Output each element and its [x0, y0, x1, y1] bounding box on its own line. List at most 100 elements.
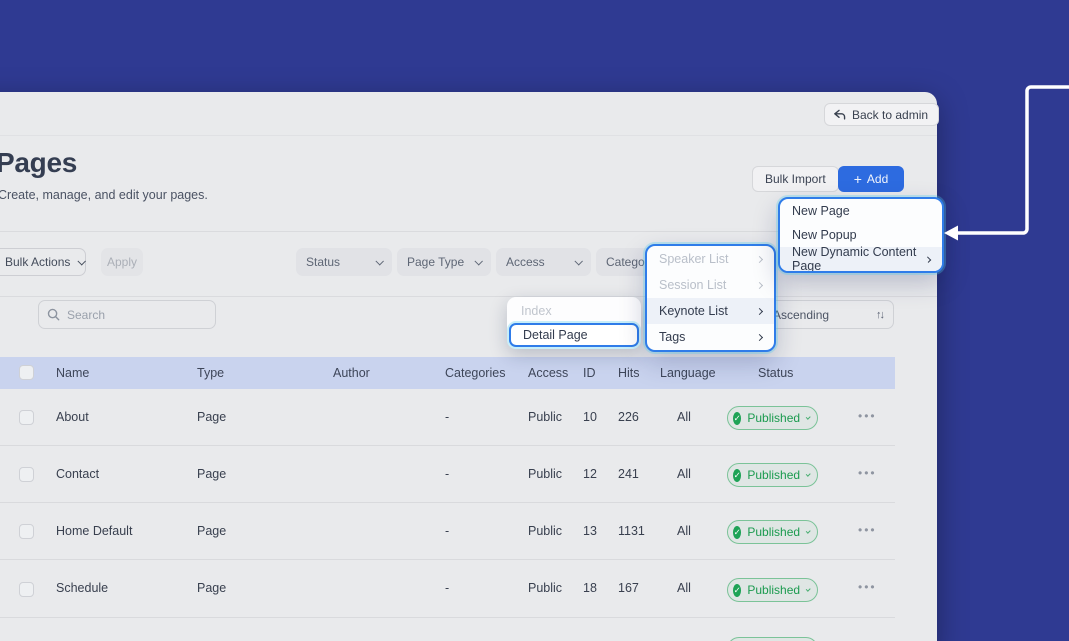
menu-item-label: Index [521, 304, 552, 318]
status-badge[interactable]: ✓ Published [727, 520, 818, 544]
cell-type: Page [197, 524, 227, 538]
cell-id: 10 [583, 410, 597, 424]
menu-item-session-list: Session List [647, 272, 774, 298]
sort-arrows-icon: ↑↓ [876, 308, 885, 321]
menu-item-label: Keynote List [659, 304, 728, 318]
menu-item-speaker-list: Speaker List [647, 246, 774, 272]
filters-divider [0, 296, 937, 297]
chevron-right-icon [755, 281, 764, 289]
menu-item-new-popup[interactable]: New Popup [780, 223, 942, 247]
search-icon [47, 308, 60, 321]
page-subtitle: Create, manage, and edit your pages. [0, 188, 208, 202]
bulk-actions-label: Bulk Actions [5, 255, 71, 269]
chevron-right-icon [755, 333, 764, 341]
cell-access: Public [528, 524, 563, 538]
row-checkbox[interactable] [19, 524, 34, 539]
status-badge-label: Published [747, 468, 801, 482]
column-status: Status [758, 366, 794, 380]
add-menu: New Page New Popup New Dynamic Content P… [778, 197, 944, 273]
cell-hits: 226 [618, 410, 639, 424]
cell-hits: 1131 [618, 524, 645, 538]
menu-item-label: Detail Page [523, 328, 588, 342]
add-button[interactable]: + Add [838, 166, 904, 192]
filter-status-label: Status [306, 255, 341, 269]
cell-name[interactable]: Contact [56, 467, 99, 481]
cell-type: Page [197, 467, 227, 481]
cell-categories: - [445, 410, 450, 424]
column-categories: Categories [445, 366, 506, 380]
table-row: About Page - Public 10 226 All ✓ Publish… [0, 389, 895, 446]
row-checkbox[interactable] [19, 467, 34, 482]
table-row: Contact Page - Public 12 241 All ✓ Publi… [0, 446, 895, 503]
cell-name[interactable]: Home Default [56, 524, 132, 538]
bulk-actions-dropdown[interactable]: Bulk Actions [0, 248, 87, 276]
chevron-down-icon [474, 257, 483, 266]
cell-type: Page [197, 410, 227, 424]
chevron-down-icon [805, 586, 811, 592]
cell-language: All [677, 581, 691, 595]
column-type: Type [197, 366, 225, 380]
cell-name[interactable]: About [56, 410, 89, 424]
check-circle-icon: ✓ [733, 411, 742, 425]
table-row: Schedule Page - Public 18 167 All ✓ Publ… [0, 560, 895, 618]
column-author: Author [333, 366, 370, 380]
sort-order-dropdown[interactable]: Ascending ↑↓ [762, 300, 894, 329]
table-header-row: Name Type Author Categories Access ID Hi… [0, 357, 895, 389]
menu-item-new-page[interactable]: New Page [780, 199, 942, 223]
row-actions-button[interactable]: ••• [858, 466, 877, 480]
menu-item-label: New Popup [792, 228, 857, 242]
chevron-down-icon [805, 471, 811, 477]
row-actions-button[interactable]: ••• [858, 523, 877, 537]
column-access: Access [528, 366, 569, 380]
menu-item-label: Speaker List [659, 252, 729, 266]
select-all-checkbox[interactable] [19, 365, 34, 380]
menu-item-tags[interactable]: Tags [647, 324, 774, 350]
chevron-right-icon [755, 255, 764, 263]
cell-categories: - [445, 524, 450, 538]
cell-id: 12 [583, 467, 597, 481]
page-title: Pages [0, 147, 77, 178]
chevron-down-icon [375, 257, 384, 266]
row-checkbox[interactable] [19, 410, 34, 425]
menu-item-label: New Page [792, 204, 850, 218]
row-actions-button[interactable]: ••• [858, 409, 877, 423]
cell-hits: 241 [618, 467, 639, 481]
menu-item-keynote-list[interactable]: Keynote List [647, 298, 774, 324]
filter-page-type[interactable]: Page Type [397, 248, 491, 276]
status-badge-label: Published [747, 525, 801, 539]
sort-order-label: Ascending [773, 307, 830, 322]
cell-access: Public [528, 581, 563, 595]
chevron-down-icon [805, 414, 811, 420]
cell-language: All [677, 410, 691, 424]
check-circle-icon: ✓ [733, 525, 742, 539]
chevron-down-icon [805, 528, 811, 534]
menu-item-label: New Dynamic Content Page [792, 245, 917, 273]
filter-access[interactable]: Access [496, 248, 591, 276]
back-to-admin-button[interactable]: Back to admin [824, 103, 940, 126]
cell-name[interactable]: Schedule [56, 581, 108, 595]
menu-item-new-dynamic-content-page[interactable]: New Dynamic Content Page [780, 245, 942, 273]
filter-access-label: Access [506, 255, 545, 269]
status-badge[interactable]: ✓ Published [727, 406, 818, 430]
status-badge[interactable]: ✓ Published [727, 463, 818, 487]
cell-access: Public [528, 467, 563, 481]
apply-button[interactable]: Apply [101, 248, 143, 276]
back-to-admin-label: Back to admin [852, 107, 929, 122]
row-actions-button[interactable]: ••• [858, 580, 877, 594]
search-field[interactable] [38, 300, 216, 329]
cell-language: All [677, 467, 691, 481]
row-checkbox[interactable] [19, 582, 34, 597]
filter-status[interactable]: Status [296, 248, 392, 276]
column-name: Name [56, 366, 90, 380]
chevron-right-icon [755, 307, 764, 315]
status-badge[interactable]: ✓ Published [727, 578, 818, 602]
search-input[interactable] [67, 307, 187, 322]
bulk-import-button[interactable]: Bulk Import [752, 166, 839, 192]
check-circle-icon: ✓ [733, 468, 742, 482]
cell-categories: - [445, 581, 450, 595]
cell-id: 13 [583, 524, 597, 538]
menu-item-detail-page[interactable]: Detail Page [509, 323, 639, 347]
back-arrow-icon [833, 109, 846, 121]
screen: Back to admin Pages Create, manage, and … [0, 0, 1069, 641]
column-language: Language [660, 366, 716, 380]
